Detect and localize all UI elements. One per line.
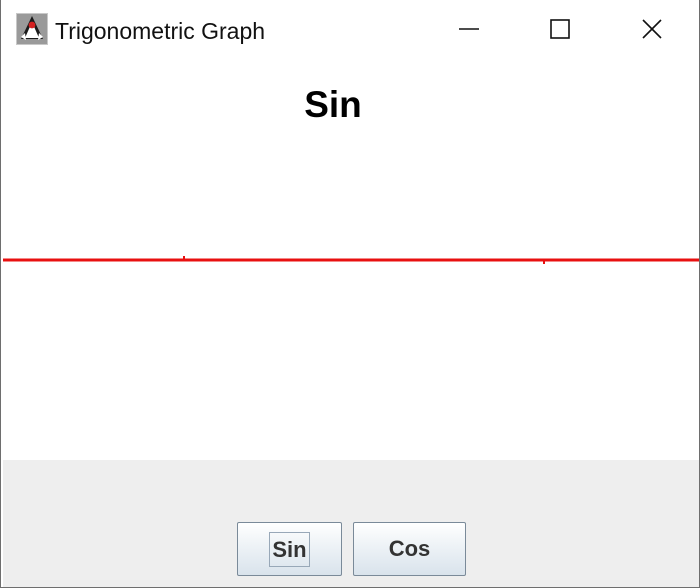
minimize-button[interactable] — [446, 6, 492, 52]
sin-button[interactable]: Sin — [237, 522, 342, 576]
cos-button[interactable]: Cos — [353, 522, 466, 576]
maximize-icon — [550, 19, 570, 39]
close-icon — [642, 19, 662, 39]
minimize-icon — [459, 28, 479, 30]
sin-button-label: Sin — [269, 531, 310, 567]
curve-tick-left — [183, 256, 185, 259]
java-duke-icon — [16, 13, 48, 45]
graph-panel: Sin — [3, 58, 699, 460]
cos-button-label: Cos — [388, 536, 431, 561]
maximize-button[interactable] — [537, 6, 583, 52]
application-window: Trigonometric Graph Sin Sin Cos — [0, 0, 700, 588]
button-panel: Sin Cos — [3, 460, 699, 587]
curve-tick-right — [543, 261, 545, 264]
graph-canvas — [3, 256, 699, 264]
close-button[interactable] — [629, 6, 675, 52]
window-title: Trigonometric Graph — [55, 18, 266, 44]
title-bar[interactable]: Trigonometric Graph — [1, 0, 699, 58]
